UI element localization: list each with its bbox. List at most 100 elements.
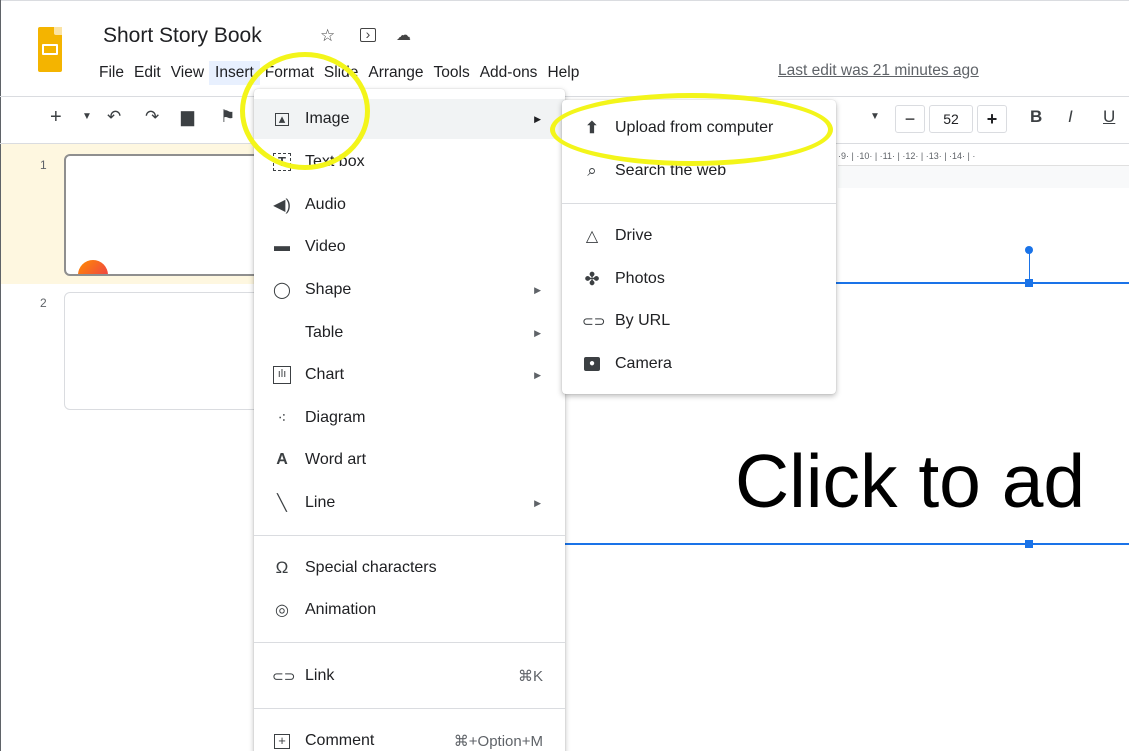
resize-handle-top[interactable]	[1025, 279, 1033, 287]
print-icon[interactable]: ▆	[181, 106, 194, 128]
menu-divider	[562, 203, 836, 204]
menu-item-image[interactable]: ▴ Image ▶	[254, 99, 565, 139]
star-icon[interactable]: ☆	[320, 26, 335, 46]
menu-edit[interactable]: Edit	[129, 61, 166, 85]
resize-handle-bottom[interactable]	[1025, 540, 1033, 548]
font-size-input[interactable]: 52	[929, 105, 973, 133]
audio-icon: ◀)	[273, 197, 291, 214]
menu-item-camera[interactable]: ● Camera	[562, 344, 836, 384]
submenu-arrow-icon: ▶	[534, 113, 541, 124]
paint-format-icon[interactable]: ⚑	[220, 106, 235, 128]
menu-item-label: By URL	[615, 312, 671, 329]
menu-item-line[interactable]: ╲ Line ▶	[254, 483, 565, 523]
menu-item-table[interactable]: Table ▶	[254, 313, 565, 353]
menu-item-photos[interactable]: ✤ Photos	[562, 259, 836, 299]
menu-item-label: Drive	[615, 227, 653, 244]
new-slide-dropdown-icon[interactable]: ▼	[82, 106, 92, 128]
menu-item-special-characters[interactable]: Ω Special characters	[254, 548, 565, 588]
omega-icon: Ω	[275, 558, 289, 577]
menu-divider	[254, 708, 565, 709]
menu-item-drive[interactable]: △ Drive	[562, 216, 836, 256]
menu-item-label: Search the web	[615, 162, 727, 179]
bold-button[interactable]: B	[1030, 106, 1042, 128]
menu-help[interactable]: Help	[542, 61, 584, 85]
shape-icon: ◯	[273, 282, 291, 299]
menu-item-animation[interactable]: ◎ Animation	[254, 590, 565, 630]
menu-item-audio[interactable]: ◀) Audio	[254, 185, 565, 225]
decrease-font-size-button[interactable]: −	[895, 105, 925, 133]
menu-item-label: Animation	[305, 601, 377, 618]
menu-item-label: Diagram	[305, 409, 366, 426]
menu-item-search-the-web[interactable]: ⌕ Search the web	[562, 151, 836, 191]
menu-item-video[interactable]: ▬ Video	[254, 227, 565, 267]
menu-item-label: Video	[305, 238, 346, 255]
menu-format[interactable]: Format	[260, 61, 319, 85]
menu-item-diagram[interactable]: ⁖ Diagram	[254, 398, 565, 438]
new-slide-icon[interactable]: +	[50, 106, 62, 128]
menu-item-link[interactable]: ⊂⊃ Link ⌘K	[254, 656, 565, 696]
shortcut-hint: ⌘+Option+M	[453, 733, 543, 750]
photos-icon: ✤	[584, 268, 600, 289]
submenu-arrow-icon: ▶	[534, 369, 541, 380]
slide-thumbnail-1[interactable]	[64, 154, 264, 276]
menu-item-label: Special characters	[305, 559, 437, 576]
menu-item-label: Text box	[305, 153, 365, 170]
diagram-icon: ⁖	[277, 410, 287, 427]
window-top-border	[0, 0, 1129, 1]
search-icon: ⌕	[587, 161, 597, 180]
menu-item-by-url[interactable]: ⊂⊃ By URL	[562, 301, 836, 341]
menu-item-text-box[interactable]: T Text box	[254, 142, 565, 182]
last-edit-link[interactable]: Last edit was 21 minutes ago	[778, 62, 979, 80]
menu-item-label: Audio	[305, 196, 346, 213]
menu-file[interactable]: File	[94, 61, 129, 85]
menu-item-word-art[interactable]: A Word art	[254, 440, 565, 480]
redo-icon[interactable]: ↷	[145, 106, 159, 128]
selection-border-bottom	[564, 543, 1129, 545]
thumbnail-graphic	[78, 260, 108, 274]
insert-menu: ▴ Image ▶ T Text box ◀) Audio ▬ Video ◯ …	[254, 89, 565, 751]
italic-button[interactable]: I	[1068, 106, 1073, 128]
link-icon: ⊂⊃	[272, 667, 296, 684]
menu-item-upload-from-computer[interactable]: ⬆ Upload from computer	[562, 108, 836, 148]
text-box-icon: T	[273, 153, 291, 171]
menu-item-shape[interactable]: ◯ Shape ▶	[254, 270, 565, 310]
menu-view[interactable]: View	[166, 61, 209, 85]
menu-item-label: Chart	[305, 366, 345, 383]
menu-slide[interactable]: Slide	[319, 61, 363, 85]
cloud-status-icon[interactable]: ☁	[396, 26, 411, 46]
submenu-arrow-icon: ▶	[534, 284, 541, 295]
menu-insert[interactable]: Insert	[209, 61, 260, 85]
menu-addons[interactable]: Add-ons	[475, 61, 543, 85]
menu-item-chart[interactable]: ılı Chart ▶	[254, 355, 565, 395]
submenu-arrow-icon: ▶	[534, 327, 541, 338]
video-icon: ▬	[274, 238, 290, 255]
menu-item-label: Shape	[305, 281, 352, 298]
horizontal-ruler: ·9· | ·10· | ·11· | ·12· | ·13· | ·14· |…	[838, 146, 1129, 166]
menu-tools[interactable]: Tools	[429, 61, 475, 85]
slide-number: 2	[40, 296, 47, 310]
menu-bar: File Edit View Insert Format Slide Arran…	[94, 61, 584, 85]
increase-font-size-button[interactable]: +	[977, 105, 1007, 133]
undo-icon[interactable]: ↶	[107, 106, 121, 128]
menu-item-comment[interactable]: + Comment ⌘+Option+M	[254, 721, 565, 751]
slide-thumbnail-2[interactable]	[64, 292, 264, 410]
word-art-icon: A	[276, 451, 288, 468]
menu-item-label: Comment	[305, 732, 375, 749]
menu-item-label: Word art	[305, 451, 367, 468]
menu-item-label: Line	[305, 494, 336, 511]
link-icon: ⊂⊃	[582, 312, 606, 329]
camera-icon: ●	[584, 357, 600, 371]
move-to-folder-icon[interactable]: ›	[360, 27, 376, 42]
upload-icon: ⬆	[585, 120, 599, 137]
font-dropdown-icon[interactable]: ▼	[870, 106, 880, 128]
document-title[interactable]: Short Story Book	[103, 24, 262, 48]
animation-icon: ◎	[275, 602, 289, 619]
image-icon: ▴	[275, 112, 289, 126]
menu-item-label: Image	[305, 110, 350, 127]
slides-logo[interactable]	[38, 27, 62, 72]
shortcut-hint: ⌘K	[517, 668, 543, 685]
title-placeholder[interactable]: Click to ad	[735, 438, 1085, 524]
underline-button[interactable]: U	[1103, 106, 1115, 128]
menu-arrange[interactable]: Arrange	[363, 61, 428, 85]
chart-icon: ılı	[273, 366, 291, 384]
